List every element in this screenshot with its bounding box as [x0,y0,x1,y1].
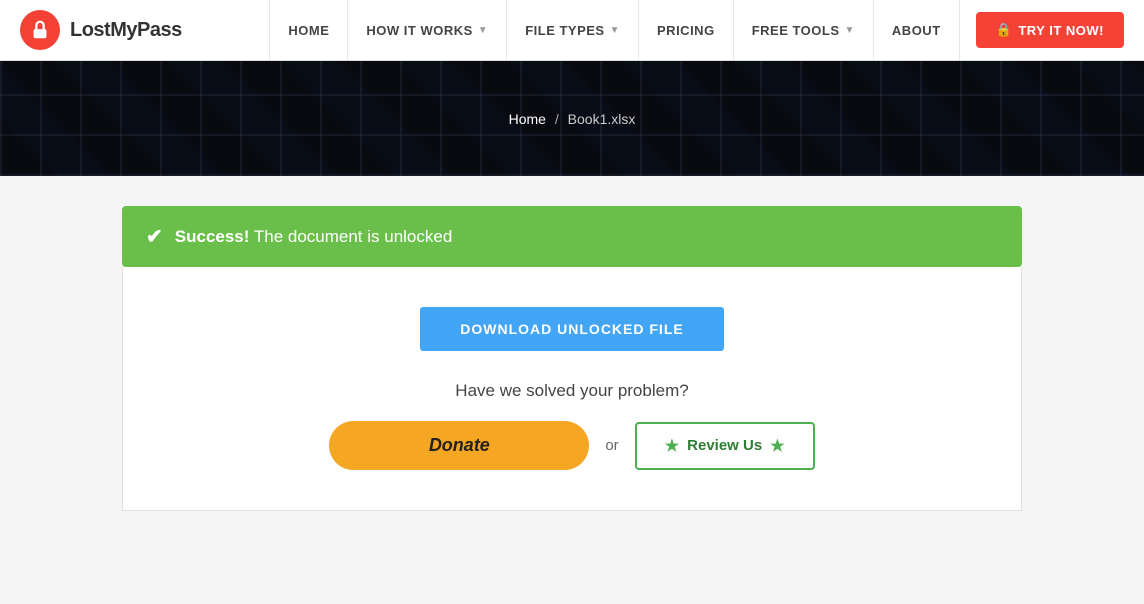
navbar: LostMyPass HOME HOW IT WORKS ▼ FILE TYPE… [0,0,1144,61]
lock-brand-icon [29,19,51,41]
nav-item-how-it-works[interactable]: HOW IT WORKS ▼ [348,0,507,61]
donate-section: Have we solved your problem? Donate or ★… [143,381,1001,470]
nav-links: HOME HOW IT WORKS ▼ FILE TYPES ▼ PRICING… [269,0,1124,61]
review-button[interactable]: ★ Review Us ★ [635,422,815,470]
nav-item-home[interactable]: HOME [269,0,348,61]
main-content: ✔ Success! The document is unlocked DOWN… [102,206,1042,511]
lock-icon: 🔒 [996,22,1013,38]
brand-icon [20,10,60,50]
nav-item-free-tools[interactable]: FREE TOOLS ▼ [734,0,874,61]
chevron-down-icon: ▼ [610,25,620,36]
donate-button[interactable]: Donate [329,421,589,470]
star-right-icon: ★ [770,436,784,456]
try-it-now-button[interactable]: 🔒 TRY IT NOW! [976,12,1124,48]
chevron-down-icon: ▼ [478,25,488,36]
nav-item-pricing[interactable]: PRICING [639,0,734,61]
download-button[interactable]: DOWNLOAD UNLOCKED FILE [420,307,723,351]
content-card: DOWNLOAD UNLOCKED FILE Have we solved yo… [122,267,1022,511]
donate-question: Have we solved your problem? [455,381,688,401]
breadcrumb: Home / Book1.xlsx [509,111,636,127]
or-text: or [605,437,618,454]
chevron-down-icon: ▼ [845,25,855,36]
star-left-icon: ★ [665,436,679,456]
hero-banner: Home / Book1.xlsx [0,61,1144,176]
breadcrumb-separator: / [555,111,559,127]
nav-item-about[interactable]: ABOUT [874,0,960,61]
success-message: Success! The document is unlocked [175,227,453,247]
brand-logo[interactable]: LostMyPass [20,10,182,50]
success-banner: ✔ Success! The document is unlocked [122,206,1022,267]
nav-item-file-types[interactable]: FILE TYPES ▼ [507,0,639,61]
breadcrumb-file: Book1.xlsx [568,111,636,127]
brand-name: LostMyPass [70,19,182,42]
donate-row: Donate or ★ Review Us ★ [329,421,814,470]
breadcrumb-home[interactable]: Home [509,111,546,127]
check-icon: ✔ [146,224,163,249]
